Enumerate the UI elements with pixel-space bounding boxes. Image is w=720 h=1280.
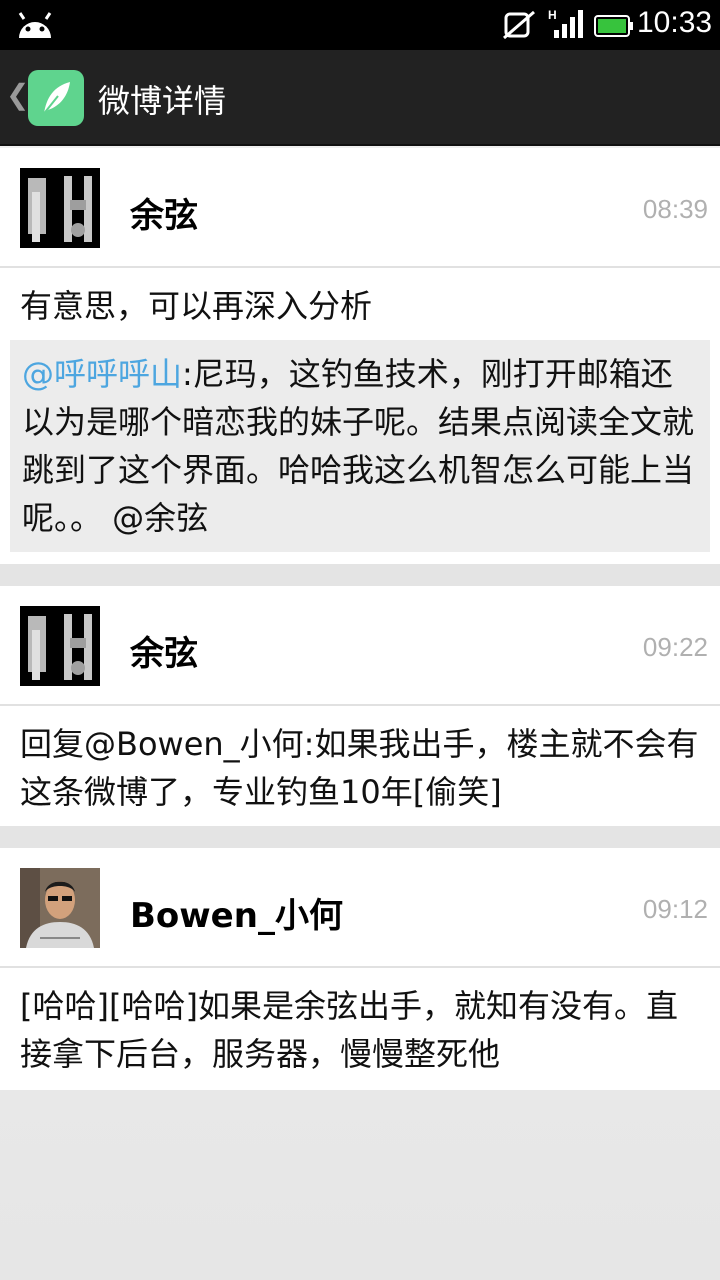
feather-icon[interactable] [28,70,84,126]
comment-header: 余弦 08:39 [0,148,720,268]
mute-icon [502,10,536,44]
user-name[interactable]: Bowen_小何 [130,888,343,937]
quoted-post[interactable]: @呼呼呼山:尼玛，这钓鱼技术，刚打开邮箱还以为是哪个暗恋我的妹子呢。结果点阅读全… [10,340,710,552]
page-title: 微博详情 [98,82,227,120]
avatar[interactable] [20,868,100,948]
comment-text: 回复@Bowen_小何:如果我出手，楼主就不会有这条微博了，专业钓鱼10年[偷笑… [20,725,699,811]
timestamp: 09:22 [642,632,708,662]
timestamp: 09:12 [642,894,708,924]
signal-icon: H [548,8,584,44]
comment-text: 有意思，可以再深入分析 [20,287,373,325]
android-icon [16,10,54,44]
avatar[interactable] [20,606,100,686]
mention-link[interactable]: @呼呼呼山 [22,355,182,393]
comment-text: [哈哈][哈哈]如果是余弦出手，就知有没有。直接拿下后台，服务器，慢慢整死他 [20,987,678,1073]
svg-text:H: H [548,8,557,22]
divider [0,826,720,848]
status-clock: 10:33 [637,6,713,39]
comment-header: Bowen_小何 09:12 [0,848,720,968]
comment-card[interactable]: 余弦 08:39 有意思，可以再深入分析 @呼呼呼山:尼玛，这钓鱼技术，刚打开邮… [0,148,720,564]
divider [0,564,720,586]
action-bar: ❮ 微博详情 [0,50,720,146]
comment-header: 余弦 09:22 [0,586,720,706]
user-name[interactable]: 余弦 [130,626,198,675]
avatar[interactable] [20,168,100,248]
chevron-left-icon[interactable]: ❮ [6,78,29,111]
comment-card[interactable]: 余弦 09:22 回复@Bowen_小何:如果我出手，楼主就不会有这条微博了，专… [0,586,720,826]
comment-card[interactable]: Bowen_小何 09:12 [哈哈][哈哈]如果是余弦出手，就知有没有。直接拿… [0,848,720,1090]
user-name[interactable]: 余弦 [130,188,198,237]
status-bar: H 10:33 [0,0,720,50]
battery-icon [594,14,634,42]
timestamp: 08:39 [642,194,708,224]
